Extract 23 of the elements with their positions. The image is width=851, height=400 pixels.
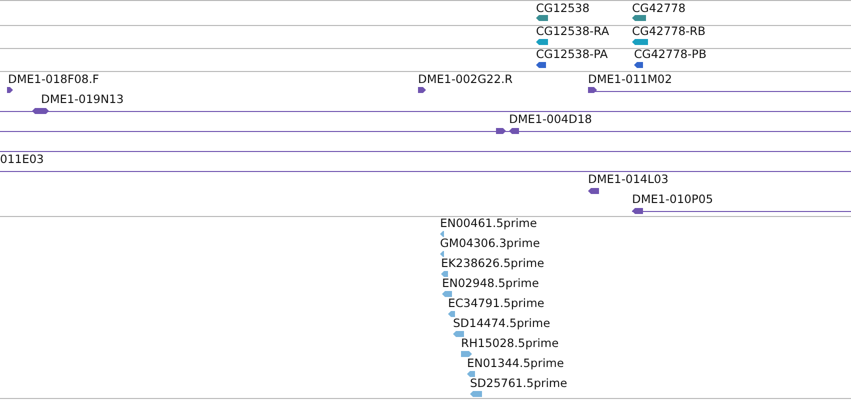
feature-label[interactable]: DME1-004D18 bbox=[509, 112, 592, 126]
feature-label[interactable]: CG12538-PA bbox=[536, 47, 608, 61]
feature-label[interactable]: CG42778 bbox=[632, 1, 686, 15]
feature-label[interactable]: EN00461.5prime bbox=[440, 216, 537, 230]
feature-label[interactable]: RH15028.5prime bbox=[461, 336, 559, 350]
feature-label[interactable]: DME1-018F08.F bbox=[8, 72, 99, 86]
feature-label[interactable]: EC34791.5prime bbox=[448, 296, 544, 310]
feature-label[interactable]: EN02948.5prime bbox=[442, 276, 539, 290]
feature-label[interactable]: CG12538 bbox=[536, 1, 590, 15]
feature-label[interactable]: EK238626.5prime bbox=[441, 256, 544, 270]
feature-label[interactable]: EN01344.5prime bbox=[467, 356, 564, 370]
feature-label[interactable]: DME1-010P05 bbox=[632, 192, 714, 206]
feature-label[interactable]: SD14474.5prime bbox=[453, 316, 550, 330]
feature-label[interactable]: CG12538-RA bbox=[536, 24, 610, 38]
feature-label[interactable]: CG42778-RB bbox=[632, 24, 706, 38]
feature-label[interactable]: 011E03 bbox=[0, 152, 44, 166]
feature-label[interactable]: GM04306.3prime bbox=[440, 236, 540, 250]
feature-label[interactable]: DME1-014L03 bbox=[588, 172, 668, 186]
feature-label[interactable]: DME1-011M02 bbox=[588, 72, 672, 86]
feature-label[interactable]: DME1-002G22.R bbox=[418, 72, 513, 86]
feature-label[interactable]: CG42778-PB bbox=[634, 47, 706, 61]
feature-label[interactable]: SD25761.5prime bbox=[470, 376, 568, 390]
feature-label[interactable]: DME1-019N13 bbox=[41, 92, 124, 106]
